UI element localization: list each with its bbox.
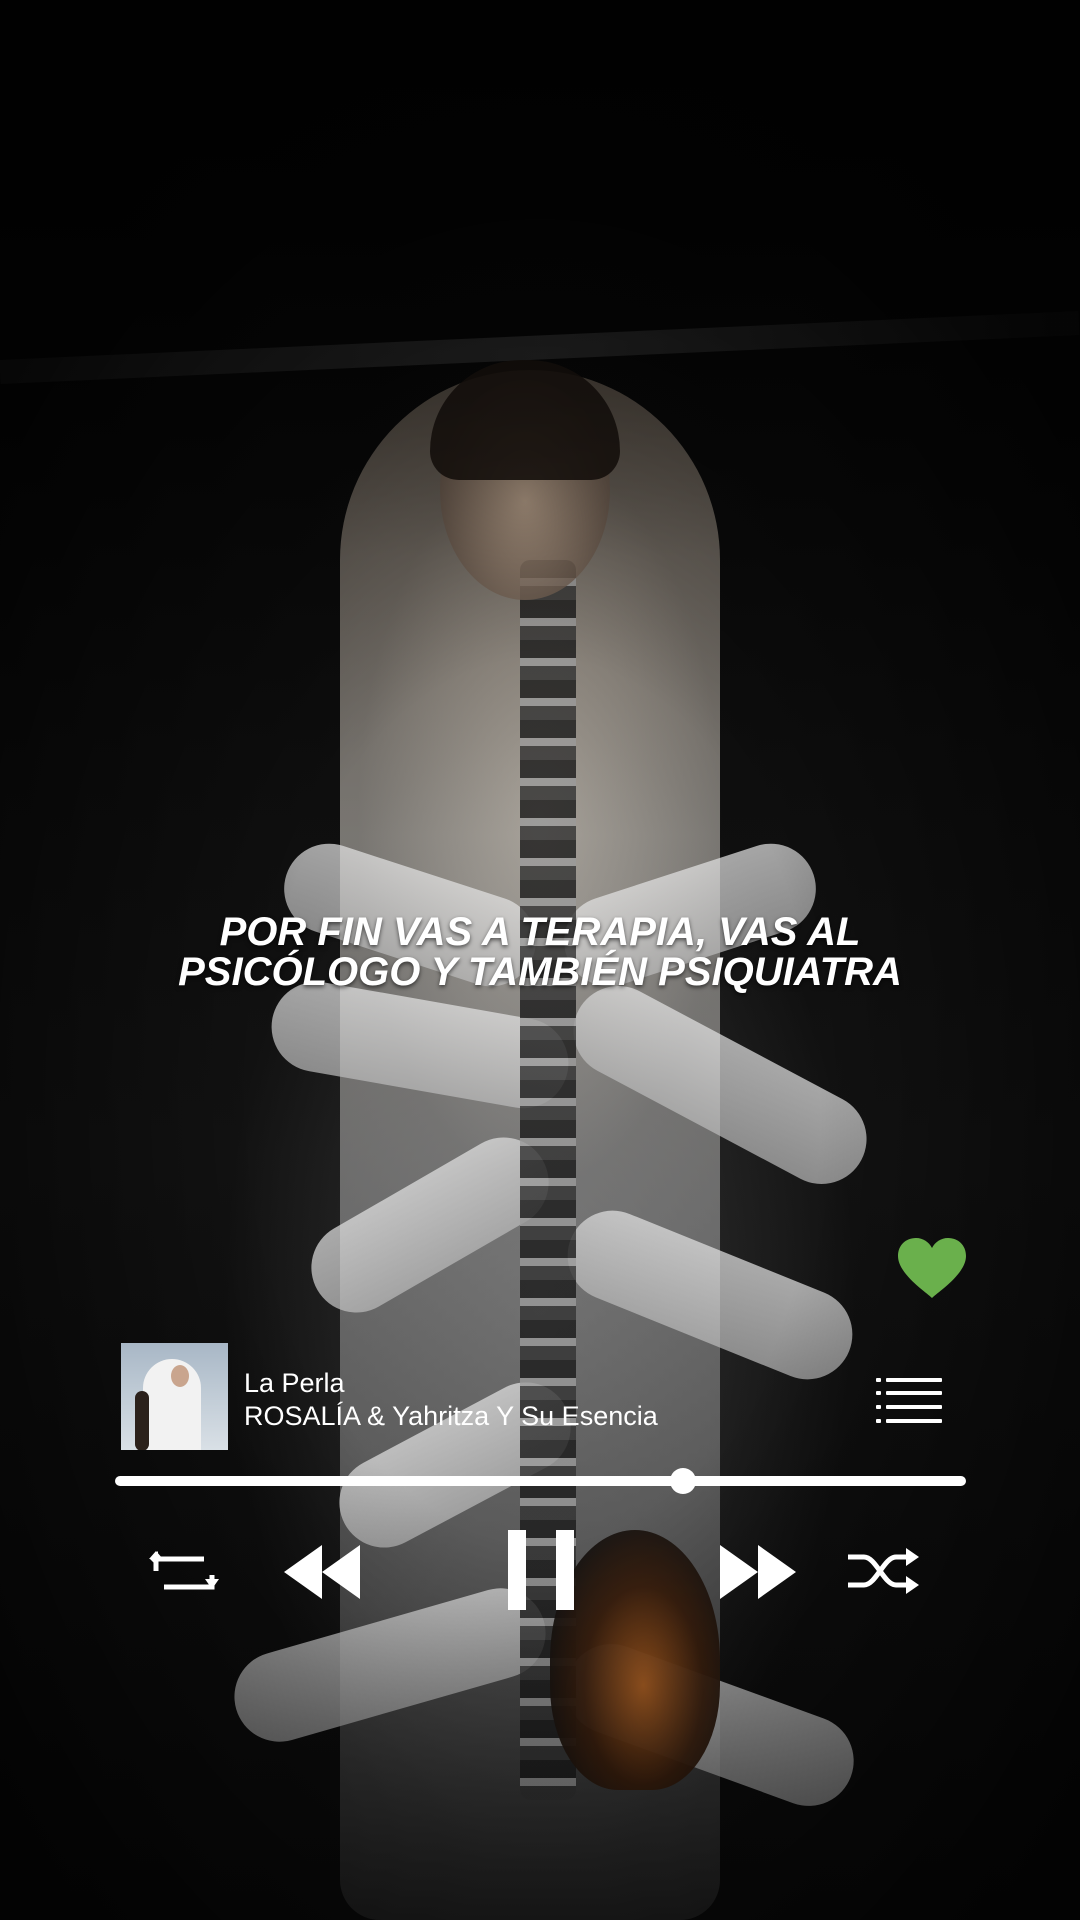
like-button[interactable]	[896, 1236, 968, 1300]
shuffle-button[interactable]	[848, 1547, 920, 1595]
album-cover[interactable]	[121, 1343, 228, 1450]
next-button[interactable]	[720, 1545, 798, 1599]
heart-icon	[898, 1238, 966, 1298]
play-pause-button[interactable]	[506, 1530, 576, 1610]
playback-progress-bar[interactable]	[115, 1468, 966, 1494]
lyrics-line: POR FIN VAS A TERAPIA, VAS AL PSICÓLOGO …	[178, 910, 902, 994]
queue-list-icon	[876, 1378, 942, 1423]
track-title[interactable]: La Perla	[244, 1368, 345, 1398]
rewind-icon	[284, 1545, 360, 1599]
shuffle-icon	[848, 1548, 919, 1594]
previous-button[interactable]	[284, 1545, 362, 1599]
cover-face	[171, 1365, 189, 1387]
progress-scrubber[interactable]	[669, 1468, 696, 1494]
player-screen: POR FIN VAS A TERAPIA, VAS AL PSICÓLOGO …	[0, 0, 1080, 1920]
queue-button[interactable]	[876, 1376, 942, 1426]
repeat-button[interactable]	[148, 1549, 220, 1597]
fast-forward-icon	[720, 1545, 796, 1599]
repeat-icon	[149, 1551, 219, 1590]
track-artist[interactable]: ROSALÍA & Yahritza Y Su Esencia	[244, 1401, 658, 1431]
pause-icon	[508, 1530, 574, 1610]
cover-hair	[135, 1391, 149, 1450]
progress-track	[115, 1476, 966, 1486]
